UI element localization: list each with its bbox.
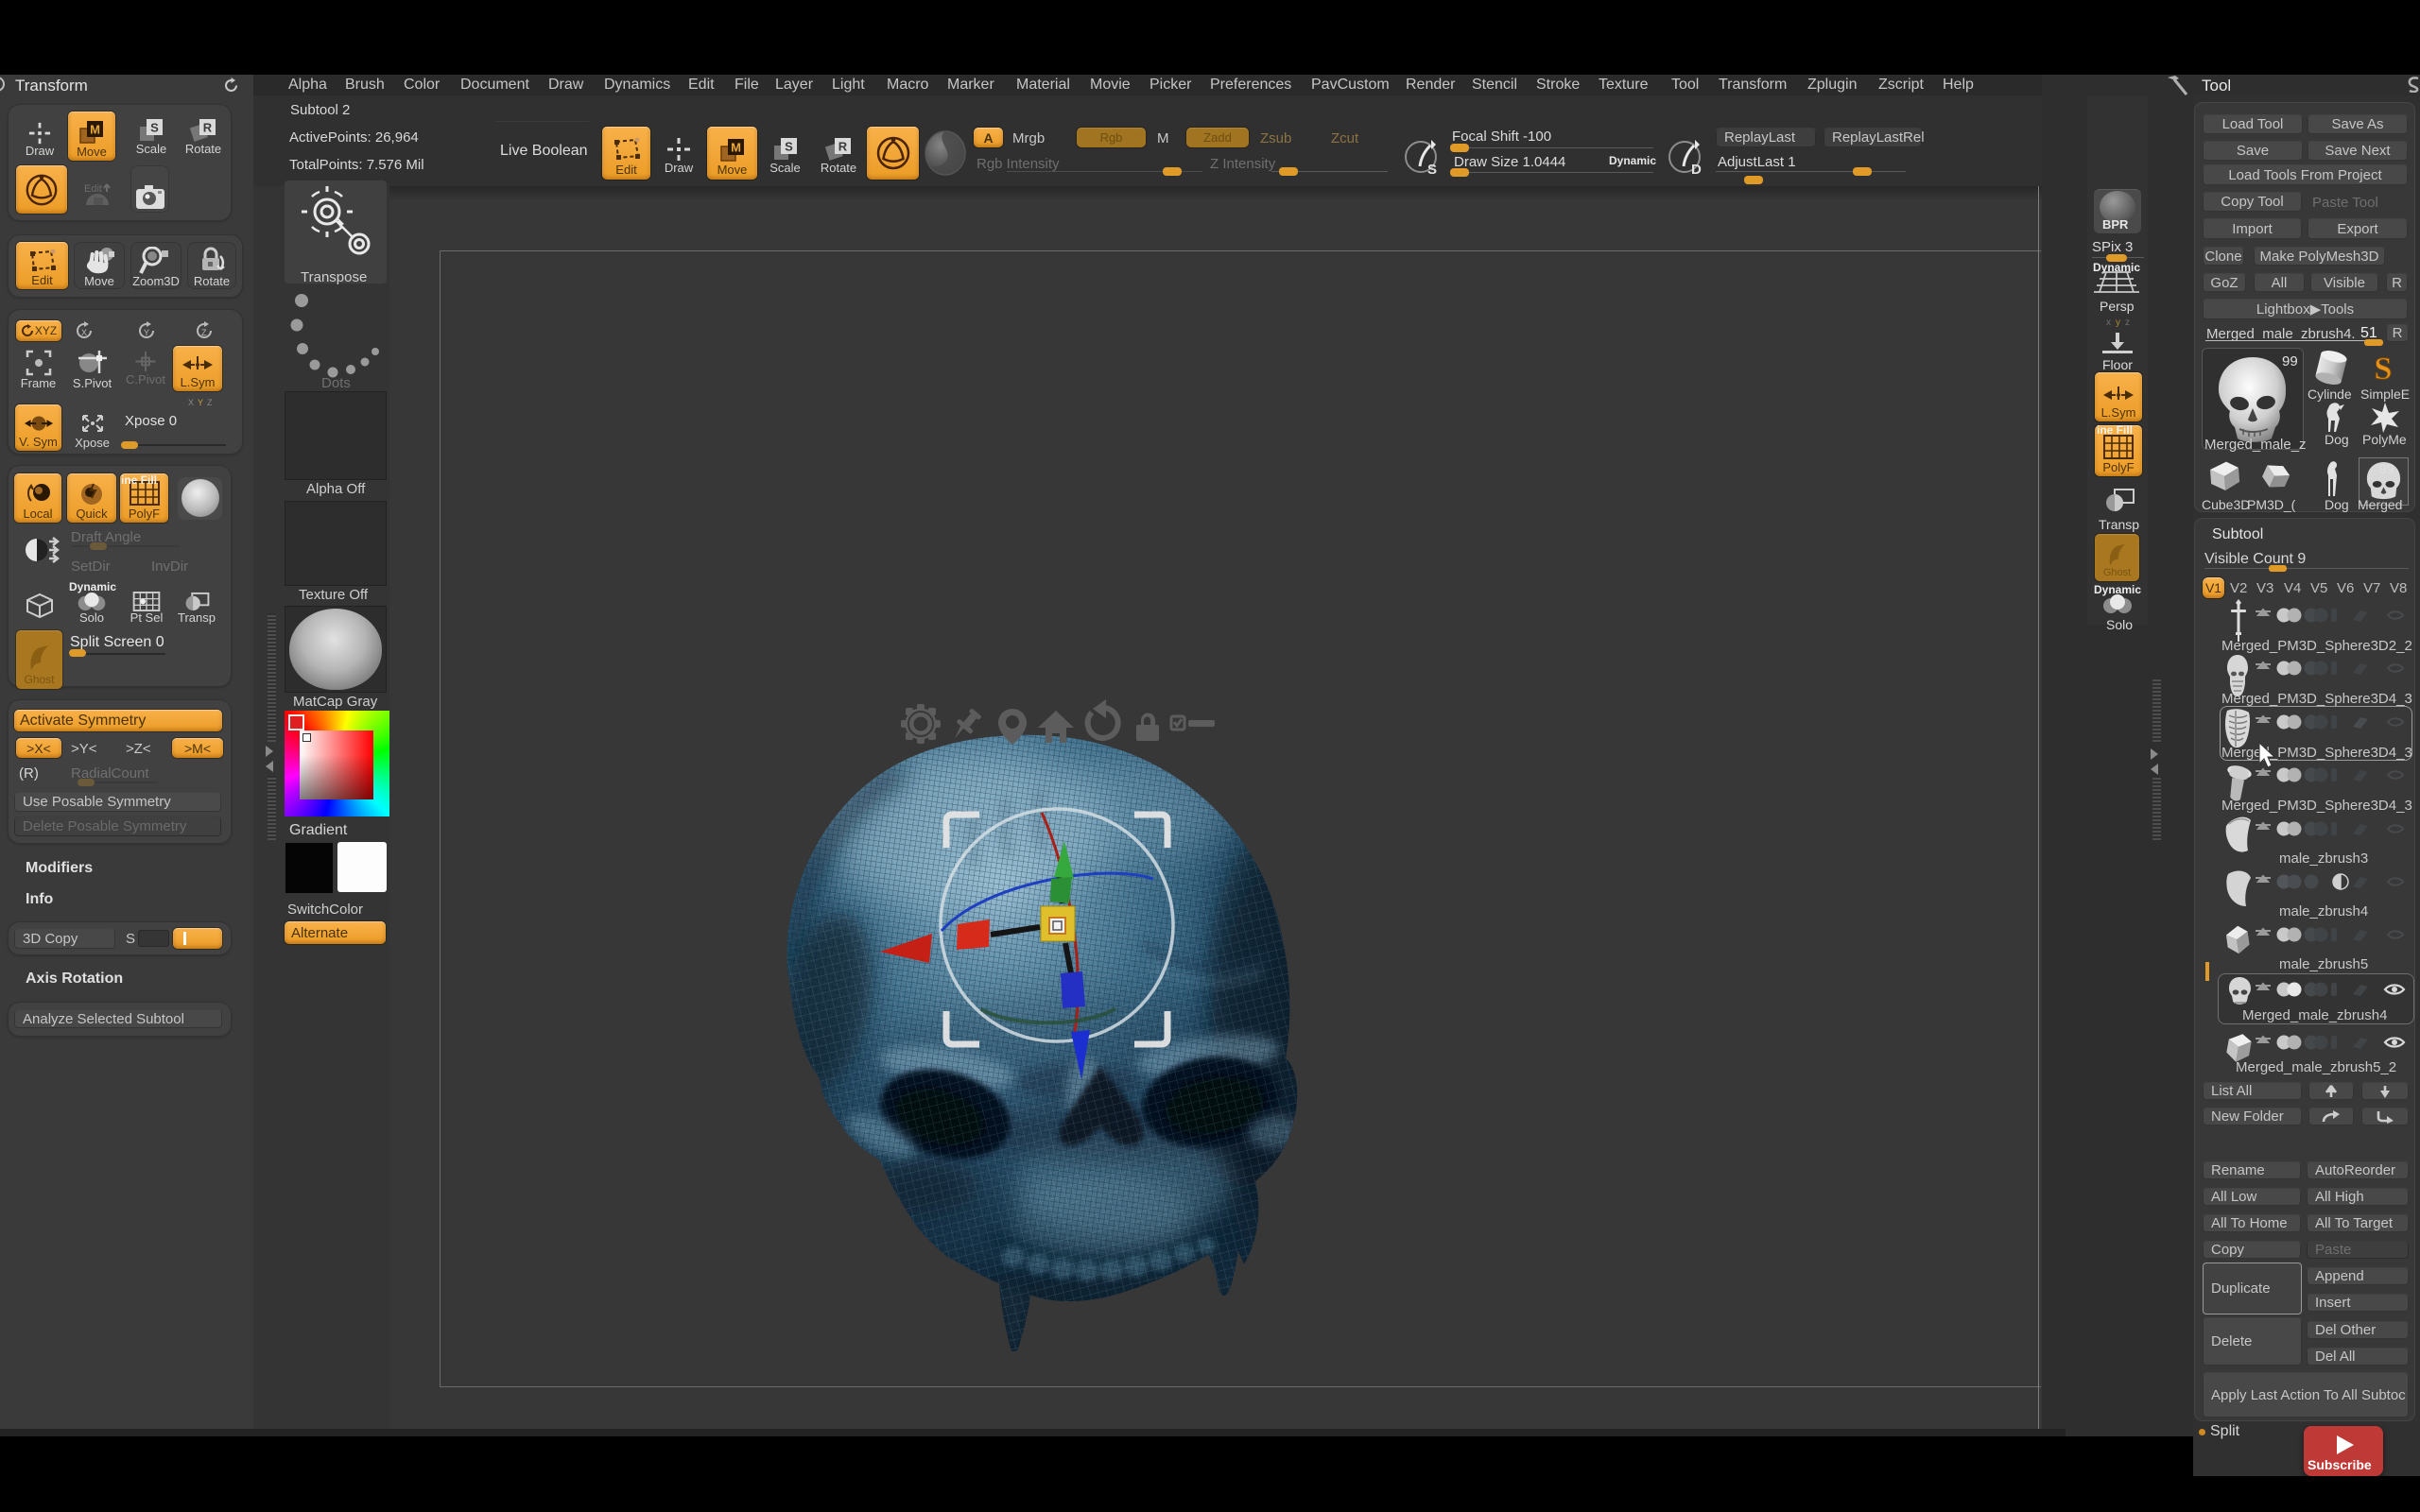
svg-text:D: D [1691, 162, 1702, 178]
svg-text:S: S [785, 140, 793, 154]
svg-text:R: R [203, 121, 213, 135]
svg-text:Y: Y [144, 328, 149, 337]
svg-text:S: S [150, 121, 159, 135]
svg-text:M: M [731, 141, 741, 155]
svg-text:Edit: Edit [84, 183, 102, 195]
svg-text:Z: Z [201, 328, 207, 337]
svg-text:S: S [1427, 162, 1437, 178]
svg-text:R: R [838, 140, 848, 154]
svg-text:M: M [90, 123, 100, 137]
svg-text:S: S [2375, 352, 2393, 387]
svg-text:X: X [81, 328, 87, 337]
